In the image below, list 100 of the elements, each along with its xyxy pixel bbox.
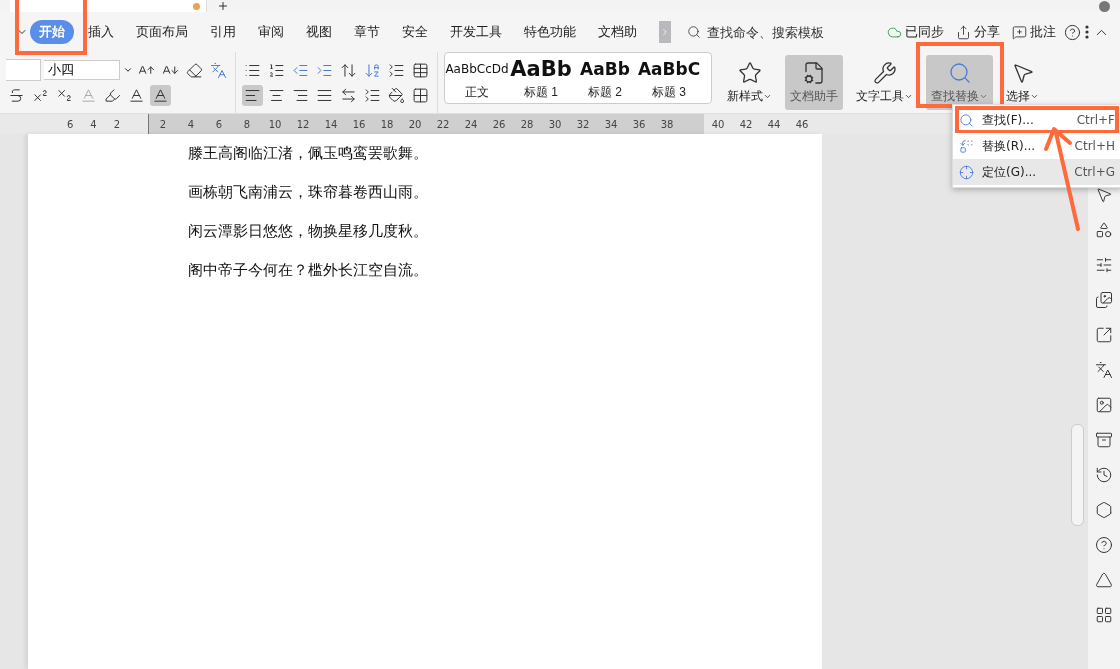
ruler-mark: 20	[407, 118, 423, 130]
scrollbar-thumb[interactable]	[1070, 424, 1084, 526]
ruler-mark: 36	[631, 118, 647, 130]
menu-tab[interactable]: 页面布局	[136, 20, 188, 44]
text-direction-icon	[340, 61, 357, 79]
share-icon	[1095, 326, 1113, 344]
search-icon	[687, 25, 701, 39]
menu-tab[interactable]: 章节	[354, 20, 380, 44]
image-icon	[1095, 396, 1113, 414]
ruler-mark: 4	[90, 118, 97, 130]
share-icon	[956, 24, 971, 40]
poem-line: 画栋朝飞南浦云，珠帘暮卷西山雨。	[188, 182, 429, 203]
images-button[interactable]	[1093, 289, 1115, 311]
ruler-mark: 40	[710, 118, 726, 130]
ribbon-button[interactable]: 文档助手	[785, 55, 843, 110]
history-icon	[1095, 466, 1113, 484]
grid-icon	[1095, 606, 1113, 624]
ruler-mark: 8	[242, 118, 252, 130]
ruler-mark: 44	[766, 118, 782, 130]
ruler-mark: 24	[463, 118, 479, 130]
char-shading-button[interactable]	[150, 85, 171, 106]
ruler-mark: 12	[295, 118, 311, 130]
ruler-mark: 22	[435, 118, 451, 130]
ribbon-button[interactable]: 查找替换	[926, 55, 993, 110]
menu-tab[interactable]: 特色功能	[524, 20, 576, 44]
menu-item[interactable]: 替换(R)... Ctrl+H	[953, 133, 1120, 159]
menu-item[interactable]: 定位(G)... Ctrl+G	[953, 159, 1120, 185]
cloud-icon	[887, 24, 902, 40]
ruler-mark: 42	[738, 118, 754, 130]
subscript-icon	[56, 87, 73, 104]
highlight-icon	[104, 87, 121, 104]
ruler-mark: 10	[267, 118, 283, 130]
ruler-mark: 4	[186, 118, 196, 130]
menu-tab[interactable]: 安全	[402, 20, 428, 44]
avatar	[1099, 0, 1110, 12]
clear-format-icon	[186, 61, 203, 79]
table-icon	[412, 61, 429, 79]
header-action-button[interactable]: 已同步	[881, 23, 950, 41]
search-icon	[959, 112, 974, 128]
document-gear-icon	[802, 60, 826, 85]
replace-icon	[959, 138, 974, 154]
ruler-mark: 2	[158, 118, 168, 130]
superscript-icon	[32, 87, 49, 104]
ruler-mark: 26	[491, 118, 507, 130]
translate-button[interactable]	[1093, 359, 1115, 381]
menu-item[interactable]: 查找(F)... Ctrl+F	[953, 107, 1120, 133]
comment-icon	[1012, 24, 1027, 40]
archive-icon	[1095, 431, 1113, 449]
ruler-mark: 34	[603, 118, 619, 130]
style-item[interactable]: AaBb 标题 1	[509, 55, 573, 101]
menu-tab[interactable]: 插入	[88, 20, 114, 44]
font-color-icon	[128, 87, 145, 104]
ruler-mark: 28	[519, 118, 535, 130]
plus-icon	[217, 0, 229, 12]
unsaved-dot	[193, 2, 200, 10]
help-icon	[1064, 23, 1081, 41]
menu-tab[interactable]: 开发工具	[450, 20, 502, 44]
more-button[interactable]	[1083, 23, 1091, 41]
wrench-icon	[872, 60, 897, 85]
font-size-field[interactable]: 小四	[44, 60, 120, 80]
search-icon	[947, 60, 972, 85]
ruler-mark: 46	[794, 118, 810, 130]
poem-line: 闲云潭影日悠悠，物换星移几度秋。	[188, 221, 429, 242]
align-left-button[interactable]	[242, 84, 263, 106]
triangle-icon	[1095, 571, 1113, 589]
line-spacing-icon	[364, 86, 381, 104]
help-button[interactable]	[1093, 534, 1115, 556]
show-marks-icon	[388, 61, 405, 79]
hexagon-icon	[1095, 501, 1113, 519]
header-action-button[interactable]: 批注	[1006, 23, 1062, 41]
translate-icon	[1095, 361, 1113, 379]
style-item[interactable]: AaBbCcDd 正文	[445, 55, 509, 101]
ribbon-button[interactable]: 文字工具	[851, 55, 918, 110]
menu-tab[interactable]: 引用	[210, 20, 236, 44]
shading-icon	[388, 86, 405, 104]
poem-line: 阁中帝子今何在？槛外长江空自流。	[188, 260, 429, 281]
ruler-mark: 38	[659, 118, 675, 130]
text-effect-icon	[80, 87, 97, 104]
ruler-mark: 16	[351, 118, 367, 130]
distribute-icon	[340, 86, 357, 104]
ribbon-button[interactable]: 选择	[1001, 55, 1044, 110]
borders-icon	[412, 86, 429, 104]
menu-tab[interactable]: 审阅	[258, 20, 284, 44]
ruler-mark: 6	[66, 118, 74, 130]
ruler-mark: 32	[575, 118, 591, 130]
style-item[interactable]: AaBb 标题 2	[573, 55, 637, 101]
strikethrough-icon	[8, 87, 25, 104]
header-action-button[interactable]: 分享	[950, 23, 1006, 41]
poem-line: 滕王高阁临江渚，佩玉鸣鸾罢歌舞。	[188, 143, 429, 164]
sliders-icon	[1095, 256, 1113, 274]
sort-icon	[364, 61, 381, 79]
ruler-mark: 2	[113, 118, 120, 130]
command-search-field[interactable]: 查找命令、搜索模板	[687, 23, 839, 41]
menu-tab[interactable]: 视图	[306, 20, 332, 44]
locate-icon	[959, 164, 974, 180]
menu-tab[interactable]: 文档助	[598, 20, 637, 44]
font-name-field[interactable]	[6, 59, 41, 81]
char-shading-icon	[152, 87, 169, 104]
ribbon-button[interactable]: 新样式	[722, 55, 777, 110]
style-item[interactable]: AaBbC 标题 3	[637, 55, 701, 101]
